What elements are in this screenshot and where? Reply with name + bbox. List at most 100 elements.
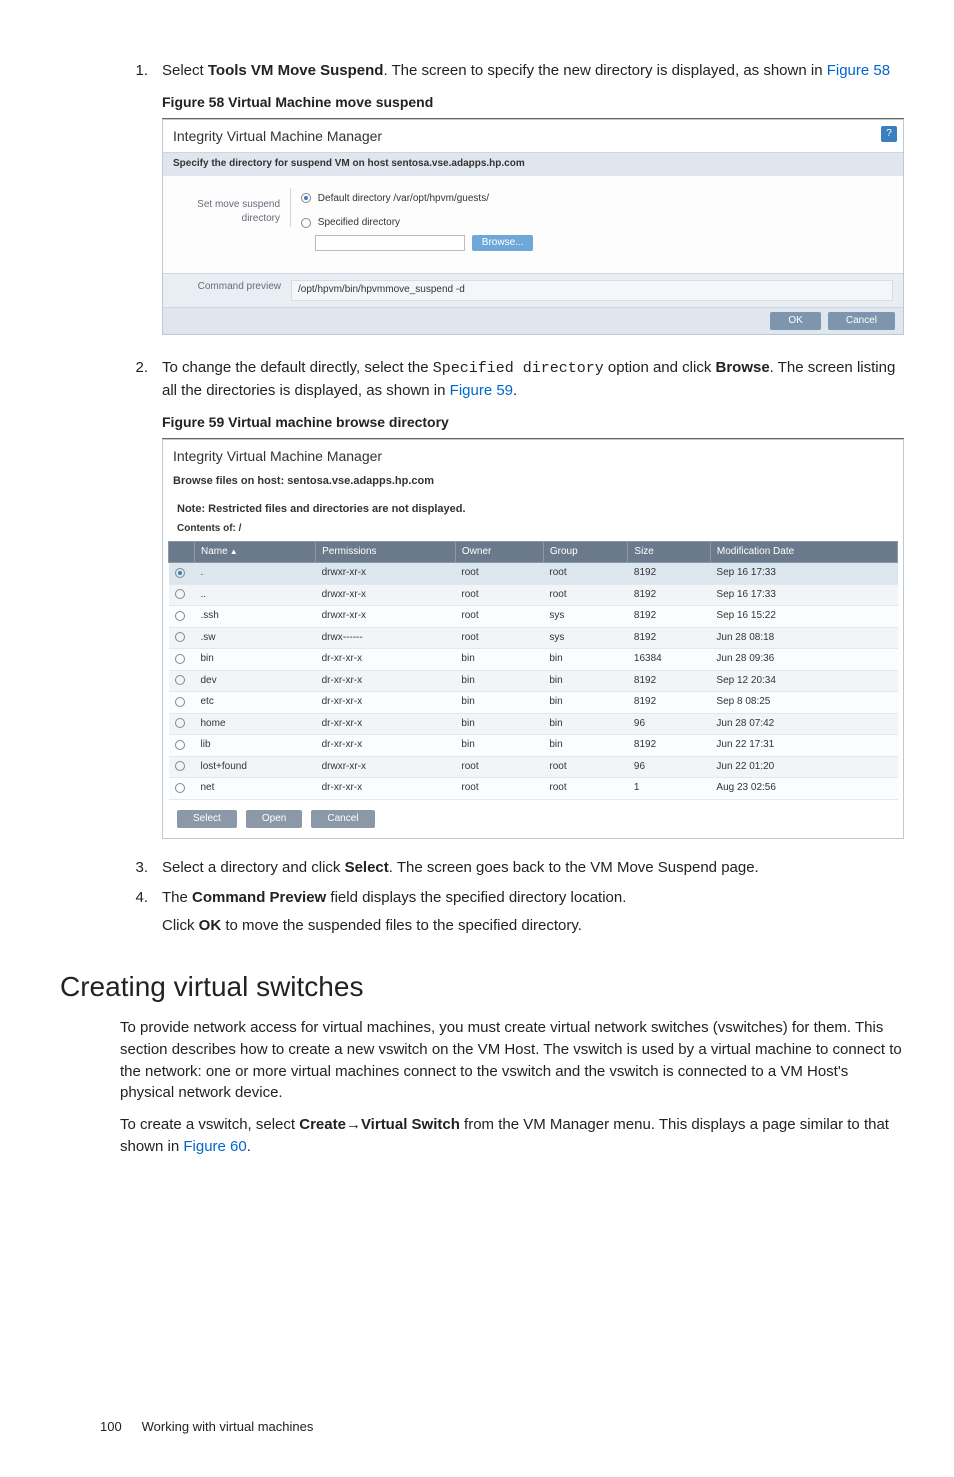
cell-mod: Jun 28 08:18	[710, 627, 897, 649]
cell-size: 8192	[628, 735, 711, 757]
cell-mod: Sep 16 17:33	[710, 584, 897, 606]
cell-mod: Sep 8 08:25	[710, 692, 897, 714]
section-para-2: To create a vswitch, select Create→Virtu…	[120, 1114, 904, 1158]
cell-name: bin	[195, 649, 316, 671]
cell-perm: drwxr-xr-x	[316, 563, 456, 585]
cell-group: bin	[543, 713, 628, 735]
figure-58-link[interactable]: Figure 58	[827, 62, 890, 79]
cell-owner: bin	[455, 692, 543, 714]
table-row[interactable]: bindr-xr-xr-xbinbin16384Jun 28 09:36	[169, 649, 898, 671]
cell-perm: drwx------	[316, 627, 456, 649]
table-row[interactable]: netdr-xr-xr-xrootroot1Aug 23 02:56	[169, 778, 898, 800]
cell-perm: dr-xr-xr-x	[316, 649, 456, 671]
cell-size: 8192	[628, 584, 711, 606]
table-row[interactable]: .swdrwx------rootsys8192Jun 28 08:18	[169, 627, 898, 649]
ok-button[interactable]: OK	[770, 312, 820, 331]
cell-owner: root	[455, 606, 543, 628]
row-radio[interactable]	[175, 654, 185, 664]
col-permissions[interactable]: Permissions	[316, 541, 456, 563]
cell-group: sys	[543, 627, 628, 649]
step-4-text: The Command Preview field displays the s…	[162, 889, 626, 906]
row-radio[interactable]	[175, 675, 185, 685]
cell-name: .ssh	[195, 606, 316, 628]
row-radio[interactable]	[175, 568, 185, 578]
cell-size: 96	[628, 756, 711, 778]
figure-58-screenshot: ? Integrity Virtual Machine Manager Spec…	[162, 119, 904, 335]
step-2-number: 2.	[130, 357, 148, 379]
figure-60-link[interactable]: Figure 60	[183, 1138, 246, 1155]
cell-group: bin	[543, 649, 628, 671]
cell-owner: root	[455, 584, 543, 606]
cell-owner: bin	[455, 670, 543, 692]
cell-group: root	[543, 563, 628, 585]
cell-mod: Jun 22 17:31	[710, 735, 897, 757]
help-icon[interactable]: ?	[881, 126, 897, 142]
cell-size: 16384	[628, 649, 711, 671]
cell-mod: Jun 28 07:42	[710, 713, 897, 735]
default-directory-radio[interactable]	[301, 193, 311, 203]
col-group[interactable]: Group	[543, 541, 628, 563]
row-radio[interactable]	[175, 589, 185, 599]
cell-perm: dr-xr-xr-x	[316, 692, 456, 714]
cell-owner: root	[455, 756, 543, 778]
cell-name: .	[195, 563, 316, 585]
directory-table: Name▲ Permissions Owner Group Size Modif…	[168, 541, 898, 800]
sort-asc-icon: ▲	[230, 547, 238, 556]
cell-perm: dr-xr-xr-x	[316, 778, 456, 800]
select-button[interactable]: Select	[177, 810, 237, 829]
cell-owner: bin	[455, 649, 543, 671]
cell-owner: root	[455, 778, 543, 800]
table-row[interactable]: ..drwxr-xr-xrootroot8192Sep 16 17:33	[169, 584, 898, 606]
command-preview-value: /opt/hpvm/bin/hpvmmove_suspend -d	[291, 280, 893, 301]
figure-59-caption: Figure 59 Virtual machine browse directo…	[162, 412, 904, 432]
cancel-button[interactable]: Cancel	[828, 312, 895, 331]
set-move-suspend-label: Set move suspend directory	[173, 188, 291, 227]
step-4-number: 4.	[130, 887, 148, 909]
row-radio[interactable]	[175, 697, 185, 707]
cell-group: bin	[543, 735, 628, 757]
step-4-line2: Click OK to move the suspended files to …	[162, 915, 904, 937]
step-2-text: To change the default directly, select t…	[162, 359, 895, 399]
row-radio[interactable]	[175, 718, 185, 728]
row-radio[interactable]	[175, 761, 185, 771]
cell-size: 8192	[628, 627, 711, 649]
step-4: 4. The Command Preview field displays th…	[100, 887, 904, 937]
col-name[interactable]: Name▲	[195, 541, 316, 563]
fig59-title: Integrity Virtual Machine Manager	[163, 440, 903, 472]
page-footer: 100 Working with virtual machines	[100, 1418, 904, 1437]
browse-button[interactable]: Browse...	[472, 235, 534, 252]
row-radio[interactable]	[175, 632, 185, 642]
table-row[interactable]: lost+founddrwxr-xr-xrootroot96Jun 22 01:…	[169, 756, 898, 778]
row-radio[interactable]	[175, 783, 185, 793]
cell-size: 8192	[628, 563, 711, 585]
section-heading-creating-virtual-switches: Creating virtual switches	[60, 967, 904, 1008]
row-radio[interactable]	[175, 740, 185, 750]
table-row[interactable]: etcdr-xr-xr-xbinbin8192Sep 8 08:25	[169, 692, 898, 714]
cell-mod: Sep 16 17:33	[710, 563, 897, 585]
row-radio[interactable]	[175, 611, 185, 621]
table-row[interactable]: homedr-xr-xr-xbinbin96Jun 28 07:42	[169, 713, 898, 735]
command-preview-label: Command preview	[173, 280, 291, 301]
table-row[interactable]: devdr-xr-xr-xbinbin8192Sep 12 20:34	[169, 670, 898, 692]
fig58-title: Integrity Virtual Machine Manager	[163, 120, 903, 152]
table-row[interactable]: .sshdrwxr-xr-xrootsys8192Sep 16 15:22	[169, 606, 898, 628]
specified-directory-radio[interactable]	[301, 218, 311, 228]
specified-directory-input[interactable]	[315, 235, 465, 251]
cell-name: home	[195, 713, 316, 735]
cell-size: 8192	[628, 692, 711, 714]
table-row[interactable]: .drwxr-xr-xrootroot8192Sep 16 17:33	[169, 563, 898, 585]
fig59-cancel-button[interactable]: Cancel	[311, 810, 374, 829]
col-select[interactable]	[169, 541, 195, 563]
col-owner[interactable]: Owner	[455, 541, 543, 563]
table-row[interactable]: libdr-xr-xr-xbinbin8192Jun 22 17:31	[169, 735, 898, 757]
cell-owner: root	[455, 627, 543, 649]
col-modification-date[interactable]: Modification Date	[710, 541, 897, 563]
cell-perm: dr-xr-xr-x	[316, 670, 456, 692]
col-size[interactable]: Size	[628, 541, 711, 563]
open-button[interactable]: Open	[246, 810, 302, 829]
cell-owner: bin	[455, 735, 543, 757]
cell-mod: Aug 23 02:56	[710, 778, 897, 800]
cell-group: sys	[543, 606, 628, 628]
cell-name: .sw	[195, 627, 316, 649]
figure-59-link[interactable]: Figure 59	[450, 382, 513, 399]
